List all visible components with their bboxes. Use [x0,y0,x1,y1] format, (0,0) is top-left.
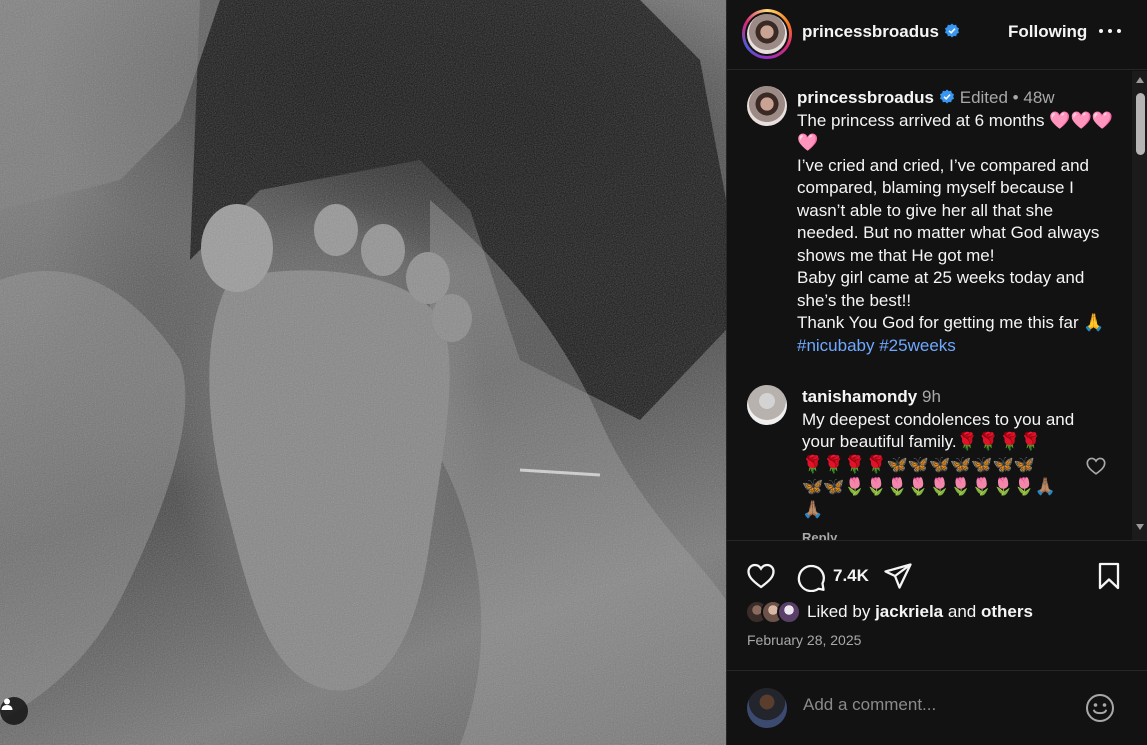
liked-by-summary: Liked by jackriela and others [745,599,1033,625]
commenter-username[interactable]: tanishamondy [802,387,917,406]
author-avatar-story-ring[interactable] [742,9,792,59]
share-send-icon[interactable] [882,560,914,592]
scroll-up-arrow-icon[interactable] [1136,77,1144,83]
caption-author-avatar[interactable] [747,86,787,126]
post-photo[interactable] [0,0,726,745]
caption-edited-label: Edited [959,88,1008,107]
post-date[interactable]: February 28, 2025 [747,632,861,648]
save-bookmark-icon[interactable] [1093,560,1125,592]
comments-section[interactable]: princessbroadus Edited • 48w The princes… [727,71,1147,541]
verified-badge-icon [940,89,954,104]
caption-hashtags[interactable]: #nicubaby #25weeks [797,335,1115,358]
post-caption: princessbroadus Edited • 48w The princes… [797,87,1115,357]
liked-by-user[interactable]: jackriela [875,602,943,622]
liker-avatar [777,600,801,624]
comment-text: My deepest condolences to you and your b… [802,409,1075,519]
person-icon [1,698,13,710]
post-side-panel: princessbroadus Following princessbroadu… [726,0,1147,745]
caption-username[interactable]: princessbroadus [797,88,934,107]
tagged-user-icon[interactable] [0,697,28,725]
baby-foot-image [0,0,726,745]
liked-by-avatars[interactable] [745,600,801,624]
liked-by-conjunction: and [947,602,977,621]
author-username[interactable]: princessbroadus [802,22,960,42]
author-avatar[interactable] [747,14,787,54]
comment-input[interactable] [803,695,1063,715]
scrollbar-thumb[interactable] [1136,93,1145,155]
scroll-down-arrow-icon[interactable] [1136,524,1144,530]
comments-scrollbar[interactable] [1132,71,1147,540]
liked-by-prefix: Liked by [807,602,871,621]
post-actions-bar: 7.4K [727,554,1147,598]
comment-item: tanishamondy 9h My deepest condolences t… [802,386,1082,540]
like-heart-icon[interactable] [745,560,777,592]
verified-badge-icon [945,23,959,38]
caption-separator: • [1012,88,1019,107]
commenter-avatar[interactable] [747,385,787,425]
comment-age[interactable]: 9h [922,387,941,406]
following-button[interactable]: Following [1008,22,1087,42]
comment-count[interactable]: 7.4K [833,566,869,586]
comment-bubble-icon[interactable] [795,560,827,592]
comment-like-heart-icon[interactable] [1085,455,1107,477]
caption-age[interactable]: 48w [1023,88,1054,107]
liked-by-others[interactable]: others [981,602,1033,622]
add-comment-bar [727,670,1147,745]
post-header: princessbroadus Following [727,0,1147,70]
emoji-picker-icon[interactable] [1085,693,1115,723]
reply-button[interactable]: Reply [802,527,1082,540]
caption-text: The princess arrived at 6 months 🩷🩷🩷🩷 I’… [797,110,1113,333]
current-user-avatar [747,688,787,728]
more-options-icon[interactable] [1099,20,1121,42]
